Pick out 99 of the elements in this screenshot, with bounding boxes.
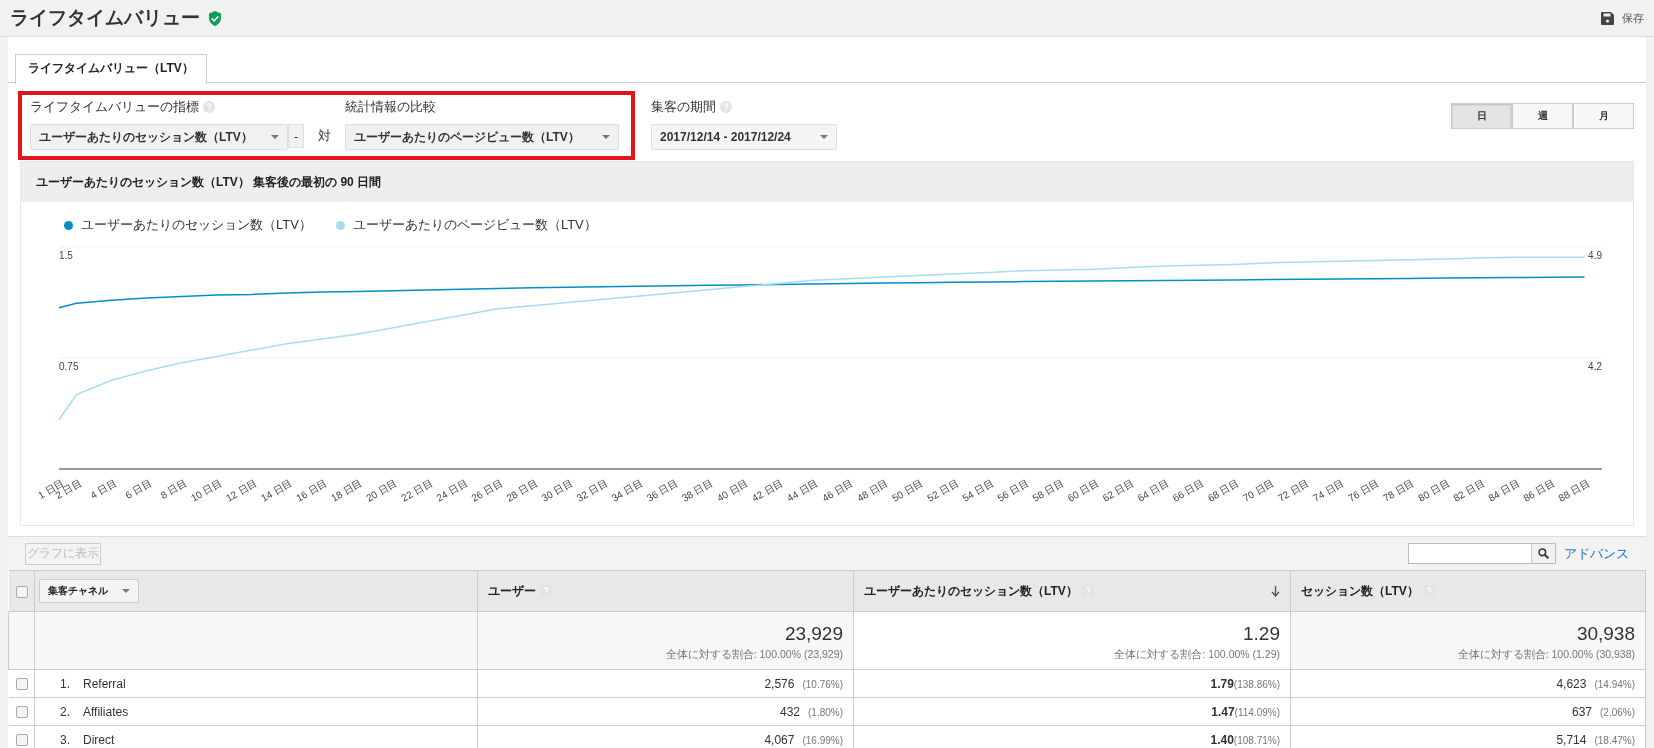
x-tick-label: 8 日目 xyxy=(158,477,189,501)
percent-value: (108.71%) xyxy=(1233,734,1280,746)
x-tick-label: 42 日目 xyxy=(750,477,785,504)
x-tick-label: 82 日目 xyxy=(1451,477,1487,504)
x-tick-label: 16 日目 xyxy=(294,477,329,504)
percent-value: (10.76%) xyxy=(802,678,843,690)
x-tick-label: 86 日目 xyxy=(1521,477,1557,504)
metric-value: 5,714 xyxy=(1556,732,1587,747)
percent-value: (16.99%) xyxy=(802,734,843,746)
x-tick-label: 36 日目 xyxy=(644,477,680,504)
column-header[interactable]: ユーザー xyxy=(477,570,854,612)
axis-tick-label: 0.75 xyxy=(59,361,79,372)
total-value: 1.29 xyxy=(1242,623,1280,645)
x-tick-label: 10 日目 xyxy=(188,477,224,504)
advanced-link[interactable]: アドバンス xyxy=(1564,544,1629,563)
metric-value: 1.40 xyxy=(1210,732,1234,747)
x-tick-label: 52 日目 xyxy=(925,477,961,504)
x-tick-label: 34 日目 xyxy=(609,477,645,504)
x-tick-label: 58 日目 xyxy=(1030,477,1066,504)
tab[interactable]: ライフタイムバリュー（LTV） xyxy=(15,54,207,84)
x-tick-label: 18 日目 xyxy=(329,477,365,504)
x-tick-label: 80 日目 xyxy=(1416,477,1452,504)
axis-tick-label: 4.9 xyxy=(1588,250,1602,261)
column-header[interactable]: セッション数（LTV） xyxy=(1290,570,1646,612)
metric-dropdown[interactable]: ユーザーあたりのセッション数（LTV） xyxy=(30,124,288,150)
field-label: 統計情報の比較 xyxy=(345,98,437,116)
percent-value: (18.47%) xyxy=(1594,734,1635,746)
date-range-dropdown[interactable]: 2017/12/14 - 2017/12/24 xyxy=(651,124,837,150)
granularity-button[interactable]: 週 xyxy=(1512,103,1573,129)
legend-label: ユーザーあたりのセッション数（LTV） xyxy=(81,216,312,234)
x-tick-label: 32 日目 xyxy=(574,477,610,504)
total-value: 23,929 xyxy=(783,623,843,645)
field-label: ライフタイムバリューの指標 xyxy=(30,99,199,114)
x-tick-label: 88 日目 xyxy=(1556,477,1592,504)
granularity-button[interactable]: 日 xyxy=(1451,103,1512,129)
percent-value: (138.86%) xyxy=(1233,678,1280,690)
x-tick-label: 70 日目 xyxy=(1241,477,1276,504)
x-tick-label: 40 日目 xyxy=(714,477,750,504)
metric-value: 1.47 xyxy=(1211,704,1235,719)
legend-label: ユーザーあたりのページビュー数（LTV） xyxy=(352,216,597,234)
channel-name: Affiliates xyxy=(83,704,129,719)
x-tick-label: 48 日目 xyxy=(855,477,891,504)
metric-value: 4,067 xyxy=(764,732,795,747)
x-tick-label: 38 日目 xyxy=(679,477,715,504)
metric-value: 4,623 xyxy=(1556,676,1587,691)
x-tick-label: 20 日目 xyxy=(364,477,400,504)
metric-value: 432 xyxy=(779,704,800,719)
x-tick-label: 72 日目 xyxy=(1276,477,1311,504)
x-tick-label: 84 日目 xyxy=(1486,477,1522,504)
metric-value: 1.79 xyxy=(1210,676,1234,691)
dimension-dropdown[interactable]: 集客チャネル xyxy=(39,579,139,603)
x-tick-label: 28 日目 xyxy=(504,477,540,504)
row-index: 1. xyxy=(60,676,71,691)
x-tick-label: 6 日目 xyxy=(123,477,154,501)
percent-value: (1.80%) xyxy=(808,706,843,718)
metric-value: 637 xyxy=(1571,704,1592,719)
x-tick-label: 30 日目 xyxy=(539,477,575,504)
row-index: 2. xyxy=(60,704,71,719)
x-tick-label: 26 日目 xyxy=(469,477,505,504)
save-button[interactable]: 保存 xyxy=(1601,10,1644,26)
x-tick-label: 12 日目 xyxy=(224,477,259,504)
total-value: 30,938 xyxy=(1575,623,1635,645)
x-tick-label: 66 日目 xyxy=(1170,477,1206,504)
total-note: 全体に対する割合: 100.00% (1.29) xyxy=(1113,648,1280,662)
x-tick-label: 76 日目 xyxy=(1346,477,1382,504)
total-note: 全体に対する割合: 100.00% (23,929) xyxy=(664,648,843,662)
x-tick-label: 62 日目 xyxy=(1100,477,1136,504)
compare-dropdown[interactable]: ユーザーあたりのページビュー数（LTV） xyxy=(345,124,619,150)
versus-label: 対 xyxy=(318,127,331,145)
x-tick-label: 60 日目 xyxy=(1065,477,1101,504)
x-tick-label: 64 日目 xyxy=(1135,477,1171,504)
channel-name: Referral xyxy=(83,676,126,691)
x-tick-label: 24 日目 xyxy=(434,477,470,504)
x-tick-label: 14 日目 xyxy=(259,477,294,504)
x-tick-label: 44 日目 xyxy=(785,477,820,504)
remove-button[interactable]: - xyxy=(288,124,304,148)
column-header[interactable]: ユーザーあたりのセッション数（LTV） xyxy=(853,570,1291,612)
x-tick-label: 68 日目 xyxy=(1205,477,1241,504)
channel-name: Direct xyxy=(83,732,115,747)
x-tick-label: 4 日目 xyxy=(88,477,119,501)
x-tick-label: 46 日目 xyxy=(820,477,856,504)
chart-heading: ユーザーあたりのセッション数（LTV） 集客後の最初の 90 日間 xyxy=(21,162,1633,202)
field-label: 集客の期間 xyxy=(651,99,716,114)
metric-value: 2,576 xyxy=(764,676,795,691)
granularity-button[interactable]: 月 xyxy=(1573,103,1634,129)
row-index: 3. xyxy=(60,732,71,747)
percent-value: (2.06%) xyxy=(1600,706,1635,718)
x-tick-label: 74 日目 xyxy=(1311,477,1346,504)
page-title: ライフタイムバリュー xyxy=(10,6,200,30)
axis-tick-label: 4.2 xyxy=(1588,361,1602,372)
total-note: 全体に対する割合: 100.00% (30,938) xyxy=(1456,648,1635,662)
x-tick-label: 54 日目 xyxy=(960,477,996,504)
percent-value: (114.09%) xyxy=(1234,706,1280,718)
x-tick-label: 78 日目 xyxy=(1381,477,1417,504)
axis-tick-label: 1.5 xyxy=(59,250,73,261)
x-tick-label: 56 日目 xyxy=(995,477,1031,504)
x-tick-label: 22 日目 xyxy=(399,477,435,504)
x-tick-label: 50 日目 xyxy=(890,477,926,504)
percent-value: (14.94%) xyxy=(1594,678,1635,690)
